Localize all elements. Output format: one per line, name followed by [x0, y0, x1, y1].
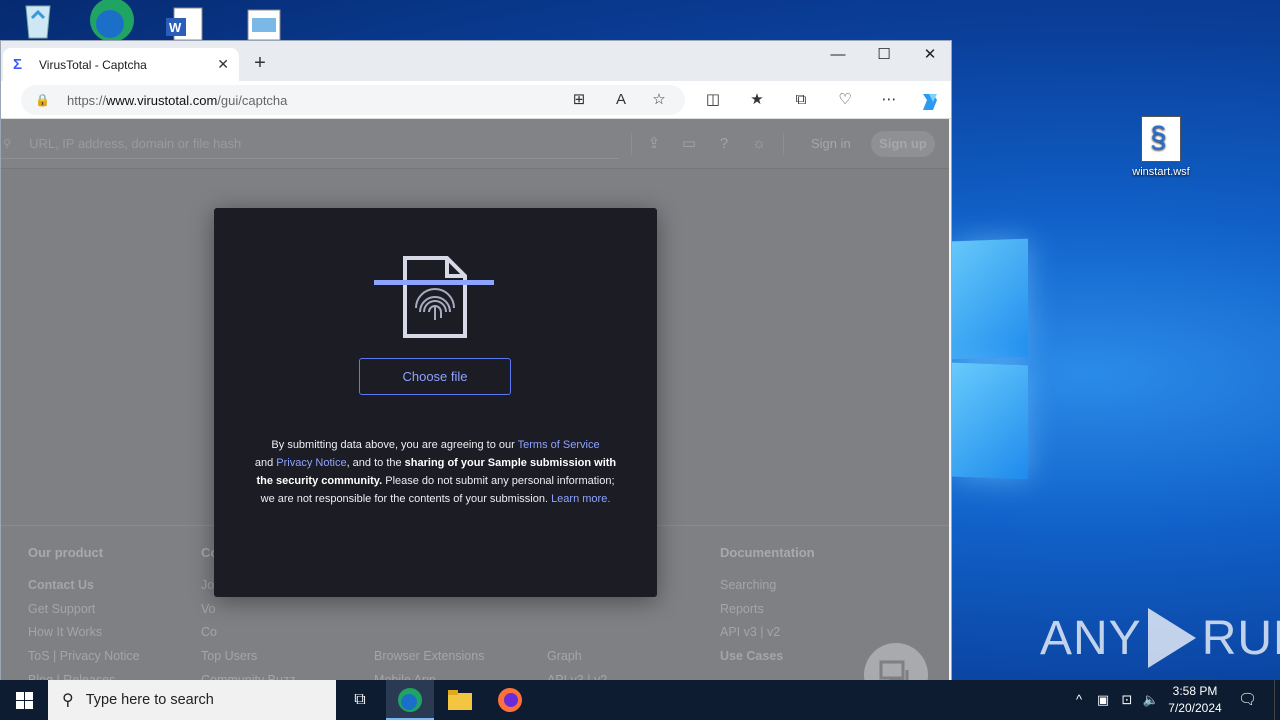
sign-up-button[interactable]: Sign up [871, 131, 935, 157]
copilot-icon[interactable] [919, 90, 939, 110]
word-document-icon[interactable]: W [166, 0, 206, 41]
footer-link[interactable] [374, 625, 484, 649]
notifications-icon[interactable]: 🗨 [1238, 691, 1257, 709]
header-divider [631, 133, 632, 155]
recycle-bin-icon[interactable] [18, 0, 58, 40]
footer-col-header: Documentation [720, 545, 815, 560]
footer-link[interactable]: Vo [201, 602, 295, 626]
fingerprint-document-icon [374, 256, 496, 338]
edge-taskbar-icon[interactable] [386, 680, 434, 720]
windows-logo [952, 238, 1030, 480]
choose-file-button[interactable]: Choose file [359, 358, 511, 395]
collections-icon[interactable]: ⧉ [791, 90, 811, 110]
taskbar-search-placeholder: Type here to search [85, 692, 214, 708]
footer-link[interactable]: How It Works [28, 625, 140, 649]
browser-titlebar: Σ VirusTotal - Captcha ✕ + — ☐ ✕ [1, 41, 951, 81]
virustotal-favicon-icon: Σ [13, 55, 23, 73]
app-available-icon[interactable]: ⊞ [569, 90, 589, 110]
taskbar-search-input[interactable]: ⚲ Type here to search [48, 680, 336, 720]
file-explorer-icon[interactable] [436, 680, 484, 720]
vt-search-placeholder: URL, IP address, domain or file hash [29, 136, 242, 151]
upload-icon[interactable]: ⇪ [645, 135, 663, 153]
learn-more-link[interactable]: Learn more. [551, 493, 610, 505]
footer-link[interactable]: ToS | Privacy Notice [28, 649, 140, 673]
browser-essentials-icon[interactable]: ♡ [835, 90, 855, 110]
footer-link[interactable]: Co [201, 625, 295, 649]
footer-col-header: Our product [28, 545, 104, 560]
taskbar-clock[interactable]: 3:58 PM 7/20/2024 [1160, 683, 1230, 717]
footer-col-documentation: Documentation Searching Reports API v3 |… [720, 545, 815, 673]
tab-title: VirusTotal - Captcha [39, 57, 147, 72]
footer-link[interactable] [547, 625, 607, 649]
notifications-icon[interactable]: ▭ [680, 135, 698, 153]
footer-link[interactable]: Reports [720, 602, 815, 626]
lock-icon: 🔒 [35, 93, 50, 107]
terms-of-service-link[interactable]: Terms of Service [518, 439, 600, 451]
tab-virustotal[interactable]: Σ VirusTotal - Captcha ✕ [3, 48, 239, 81]
footer-link[interactable]: API v3 | v2 [720, 625, 815, 649]
footer-link[interactable]: Graph [547, 649, 607, 673]
footer-link[interactable]: Searching [720, 578, 815, 602]
url-path: /gui/captcha [217, 92, 288, 108]
maximize-button[interactable]: ☐ [861, 41, 907, 71]
show-desktop-button[interactable] [1274, 680, 1280, 720]
new-tab-button[interactable]: + [249, 52, 271, 74]
tab-close-icon[interactable]: ✕ [217, 56, 229, 73]
privacy-notice-link[interactable]: Privacy Notice [276, 457, 346, 469]
url-host: www.virustotal.com [106, 92, 218, 108]
captcha-modal: Choose file By submitting data above, yo… [214, 208, 657, 597]
footer-link[interactable]: Get Support [28, 602, 140, 626]
start-button[interactable] [0, 680, 48, 720]
favorite-star-icon[interactable]: ☆ [649, 90, 669, 110]
footer-link[interactable] [547, 602, 607, 626]
search-icon: ⚲ [62, 692, 74, 709]
footer-link[interactable] [374, 602, 484, 626]
split-screen-icon[interactable]: ◫ [703, 90, 723, 110]
footer-link[interactable]: Top Users [201, 649, 295, 673]
vt-header: ⚲ URL, IP address, domain or file hash ⇪… [1, 119, 949, 169]
clock-time: 3:58 PM [1172, 684, 1218, 698]
legal-notice: By submitting data above, you are agreei… [254, 436, 617, 508]
search-icon: ⚲ [3, 138, 12, 150]
show-hidden-icons-icon[interactable]: ^ [1070, 691, 1088, 709]
legal-text: By submitting data above, you are agreei… [271, 439, 518, 451]
footer-col-product: Our product Contact Us Get Support How I… [28, 545, 140, 691]
legal-text: , and to the [346, 457, 405, 469]
taskbar: ⚲ Type here to search ⧉ ^ ▣ ⊡ 🔈 3:58 PM … [0, 680, 1280, 720]
theme-toggle-icon[interactable]: ☼ [750, 135, 768, 153]
footer-link[interactable]: Use Cases [720, 649, 815, 673]
minimize-button[interactable]: — [815, 41, 861, 71]
volume-icon[interactable]: 🔈 [1142, 691, 1160, 709]
image-file-icon[interactable] [244, 0, 284, 41]
more-menu-icon[interactable]: ⋯ [879, 90, 899, 110]
task-view-icon[interactable]: ⧉ [336, 680, 384, 720]
clock-date: 7/20/2024 [1168, 701, 1222, 715]
favorites-icon[interactable]: ★ [747, 90, 767, 110]
svg-text:W: W [169, 20, 182, 35]
anyrun-watermark: ANYRUN [1040, 608, 1280, 668]
footer-link[interactable]: Contact Us [28, 578, 140, 602]
header-divider-2 [783, 133, 784, 155]
network-icon[interactable]: ⊡ [1118, 691, 1136, 709]
url-scheme: https:// [67, 92, 107, 108]
legal-text: and [254, 457, 277, 469]
footer-link[interactable]: Browser Extensions [374, 649, 484, 673]
read-aloud-icon[interactable]: A [611, 90, 631, 110]
vt-search-input[interactable]: ⚲ URL, IP address, domain or file hash [1, 129, 619, 159]
firefox-icon[interactable] [486, 680, 534, 720]
wsf-file-label: winstart.wsf [1132, 166, 1190, 178]
edge-desktop-icon[interactable] [88, 0, 134, 42]
device-icon[interactable]: ▣ [1094, 691, 1112, 709]
address-bar: 🔒 https://www.virustotal.com/gui/captcha… [1, 81, 951, 119]
close-window-button[interactable]: ✕ [907, 41, 953, 71]
sign-in-link[interactable]: Sign in [811, 136, 851, 151]
help-icon[interactable]: ? [715, 135, 733, 153]
wsf-file-icon[interactable]: winstart.wsf [1126, 116, 1196, 178]
